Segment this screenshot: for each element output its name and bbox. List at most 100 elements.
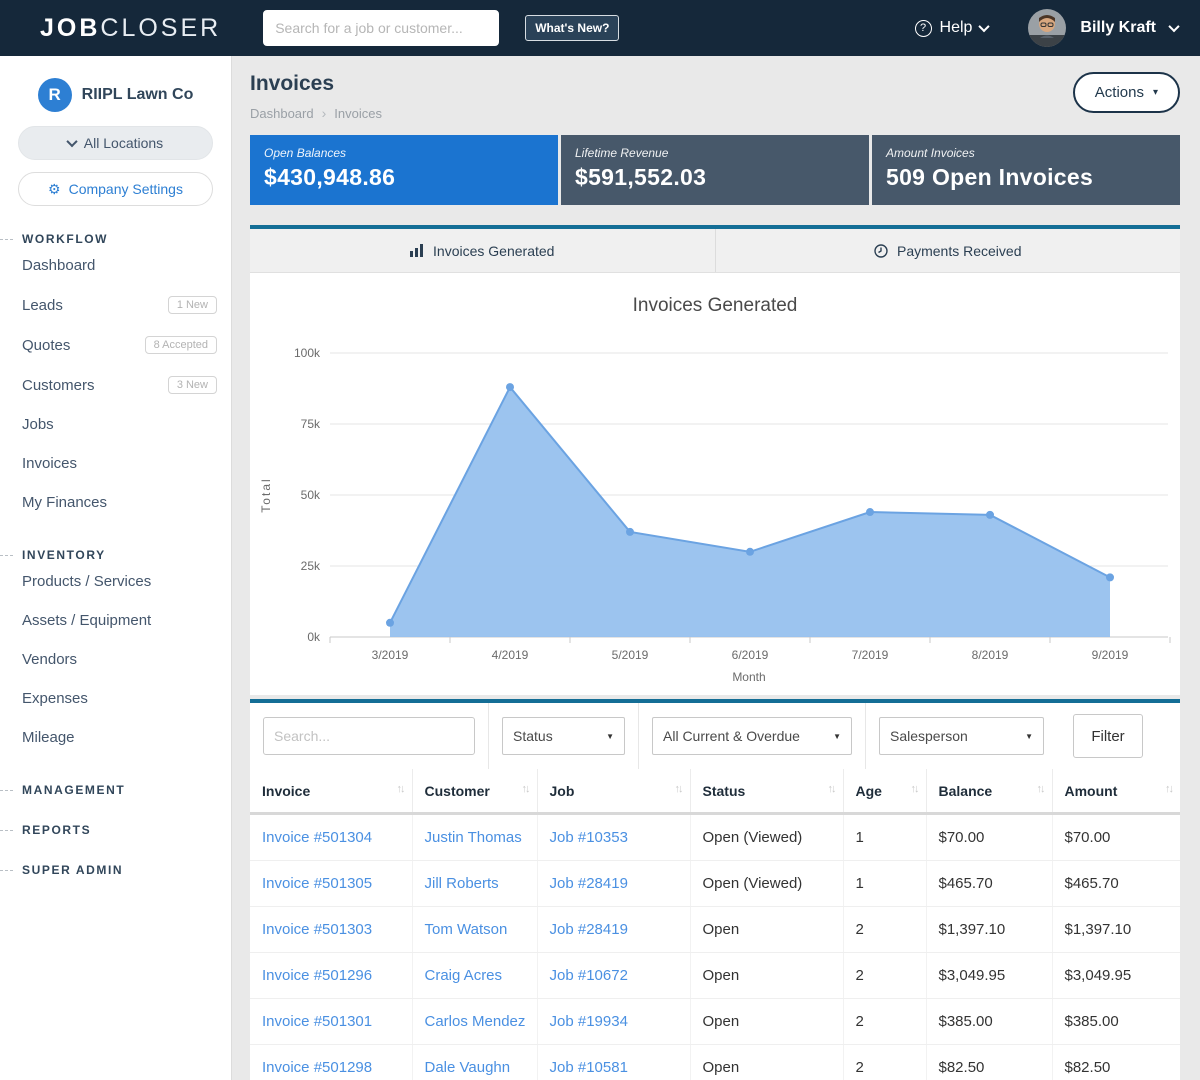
cell-balance: $70.00 xyxy=(926,814,1052,861)
range-select[interactable]: All Current & Overdue ▼ xyxy=(652,717,852,755)
sidebar-section-super-admin[interactable]: SUPER ADMIN xyxy=(0,863,231,877)
svg-text:50k: 50k xyxy=(301,488,321,502)
user-chevron-down-icon[interactable] xyxy=(1168,21,1179,32)
sidebar-item-invoices[interactable]: Invoices xyxy=(0,444,231,483)
salesperson-select[interactable]: Salesperson ▼ xyxy=(879,717,1044,755)
table-row: Invoice #501298 Dale Vaughn Job #10581 Open… xyxy=(250,1045,1180,1080)
job-link[interactable]: Job #28419 xyxy=(550,921,628,938)
cell-invoice: Invoice #501296 xyxy=(250,953,412,999)
customer-link[interactable]: Tom Watson xyxy=(425,921,508,938)
actions-button[interactable]: Actions ▾ xyxy=(1073,72,1180,113)
svg-text:4/2019: 4/2019 xyxy=(492,648,529,662)
sidebar-item-label: Jobs xyxy=(22,416,54,433)
column-header-amount[interactable]: Amount↑↓ xyxy=(1052,769,1180,814)
job-link[interactable]: Job #10581 xyxy=(550,1059,628,1076)
breadcrumb-dashboard[interactable]: Dashboard xyxy=(250,106,314,121)
job-link[interactable]: Job #10353 xyxy=(550,829,628,846)
cell-job: Job #19934 xyxy=(537,999,690,1045)
job-link[interactable]: Job #10672 xyxy=(550,967,628,984)
logo-light: CLOSER xyxy=(100,14,221,42)
cell-status: Open xyxy=(690,1045,843,1080)
sidebar-section-workflow[interactable]: WORKFLOW xyxy=(0,232,231,246)
gear-icon: ⚙ xyxy=(48,182,61,196)
user-name[interactable]: Billy Kraft xyxy=(1080,19,1156,37)
column-header-balance[interactable]: Balance↑↓ xyxy=(926,769,1052,814)
column-header-status[interactable]: Status↑↓ xyxy=(690,769,843,814)
sidebar-item-label: Vendors xyxy=(22,651,77,668)
customer-link[interactable]: Justin Thomas xyxy=(425,829,522,846)
sidebar-item-my-finances[interactable]: My Finances xyxy=(0,483,231,522)
cell-customer: Carlos Mendez xyxy=(412,999,537,1045)
tab-invoices-generated[interactable]: Invoices Generated xyxy=(250,229,715,272)
invoice-link[interactable]: Invoice #501304 xyxy=(262,829,372,846)
help-label: Help xyxy=(940,19,973,37)
sidebar-item-customers[interactable]: Customers3 New xyxy=(0,365,231,405)
sidebar-item-quotes[interactable]: Quotes8 Accepted xyxy=(0,325,231,365)
invoice-link[interactable]: Invoice #501301 xyxy=(262,1013,372,1030)
help-icon: ? xyxy=(915,20,932,37)
invoice-link[interactable]: Invoice #501296 xyxy=(262,967,372,984)
column-header-job[interactable]: Job↑↓ xyxy=(537,769,690,814)
avatar[interactable] xyxy=(1028,9,1066,47)
cell-invoice: Invoice #501305 xyxy=(250,861,412,907)
company-settings-button[interactable]: ⚙ Company Settings xyxy=(18,172,213,206)
sort-icon: ↑↓ xyxy=(1165,783,1172,795)
cell-job: Job #10581 xyxy=(537,1045,690,1080)
invoice-link[interactable]: Invoice #501305 xyxy=(262,875,372,892)
customer-link[interactable]: Craig Acres xyxy=(425,967,503,984)
sidebar-section-inventory[interactable]: INVENTORY xyxy=(0,548,231,562)
page-title: Invoices xyxy=(250,72,382,96)
table-row: Invoice #501303Tom WatsonJob #28419Open2… xyxy=(250,907,1180,953)
sidebar-item-jobs[interactable]: Jobs xyxy=(0,405,231,444)
tab-payments-received[interactable]: Payments Received xyxy=(715,229,1181,272)
cell-amount: $3,049.95 xyxy=(1052,953,1180,999)
range-select-value: All Current & Overdue xyxy=(663,728,800,744)
customer-link[interactable]: Carlos Mendez xyxy=(425,1013,526,1030)
actions-label: Actions xyxy=(1095,84,1144,101)
sidebar-item-dashboard[interactable]: Dashboard xyxy=(0,246,231,285)
cell-status: Open xyxy=(690,999,843,1045)
column-header-invoice[interactable]: Invoice↑↓ xyxy=(250,769,412,814)
table-header-row: Invoice↑↓Customer↑↓Job↑↓Status↑↓Age↑↓Bal… xyxy=(250,769,1180,814)
invoice-link[interactable]: Invoice #501298 xyxy=(262,1059,372,1076)
sidebar-section-reports[interactable]: REPORTS xyxy=(0,823,231,837)
svg-text:25k: 25k xyxy=(301,559,321,573)
sidebar-item-expenses[interactable]: Expenses xyxy=(0,679,231,718)
sidebar-item-mileage[interactable]: Mileage xyxy=(0,718,231,757)
job-link[interactable]: Job #19934 xyxy=(550,1013,628,1030)
help-menu[interactable]: ? Help xyxy=(915,19,989,37)
status-select[interactable]: Status ▼ xyxy=(502,717,625,755)
stat-card-lifetime-revenue: Lifetime Revenue $591,552.03 xyxy=(561,135,869,205)
sidebar-item-label: Assets / Equipment xyxy=(22,612,151,629)
sidebar-item-leads[interactable]: Leads1 New xyxy=(0,285,231,325)
cell-invoice: Invoice #501303 xyxy=(250,907,412,953)
sidebar-item-assets-equipment[interactable]: Assets / Equipment xyxy=(0,601,231,640)
svg-text:0k: 0k xyxy=(307,630,321,644)
stat-label: Amount Invoices xyxy=(886,146,1166,160)
svg-text:9/2019: 9/2019 xyxy=(1092,648,1129,662)
customer-link[interactable]: Jill Roberts xyxy=(425,875,499,892)
sidebar-item-products-services[interactable]: Products / Services xyxy=(0,562,231,601)
cell-balance: $3,049.95 xyxy=(926,953,1052,999)
svg-text:5/2019: 5/2019 xyxy=(612,648,649,662)
sidebar-section-management[interactable]: MANAGEMENT xyxy=(0,783,231,797)
invoice-link[interactable]: Invoice #501303 xyxy=(262,921,372,938)
sidebar-item-label: Products / Services xyxy=(22,573,151,590)
table-row: Invoice #501301 Carlos Mendez Job #19934 Op… xyxy=(250,999,1180,1045)
breadcrumb-separator: › xyxy=(322,105,327,121)
job-link[interactable]: Job #28419 xyxy=(550,875,628,892)
global-search-input[interactable] xyxy=(263,10,499,46)
filter-button[interactable]: Filter xyxy=(1073,714,1143,758)
avatar-image xyxy=(1028,9,1066,47)
column-header-age[interactable]: Age↑↓ xyxy=(843,769,926,814)
customer-link[interactable]: Dale Vaughn xyxy=(425,1059,511,1076)
cell-status: Open (Viewed) xyxy=(690,861,843,907)
whats-new-button[interactable]: What's New? xyxy=(525,15,619,41)
all-locations-select[interactable]: All Locations xyxy=(18,126,213,160)
cell-customer: Jill Roberts xyxy=(412,861,537,907)
column-header-customer[interactable]: Customer↑↓ xyxy=(412,769,537,814)
app-logo[interactable]: JOBCLOSER xyxy=(40,14,221,43)
table-search-input[interactable] xyxy=(263,717,475,755)
caret-down-icon: ▼ xyxy=(833,732,841,741)
sidebar-item-vendors[interactable]: Vendors xyxy=(0,640,231,679)
